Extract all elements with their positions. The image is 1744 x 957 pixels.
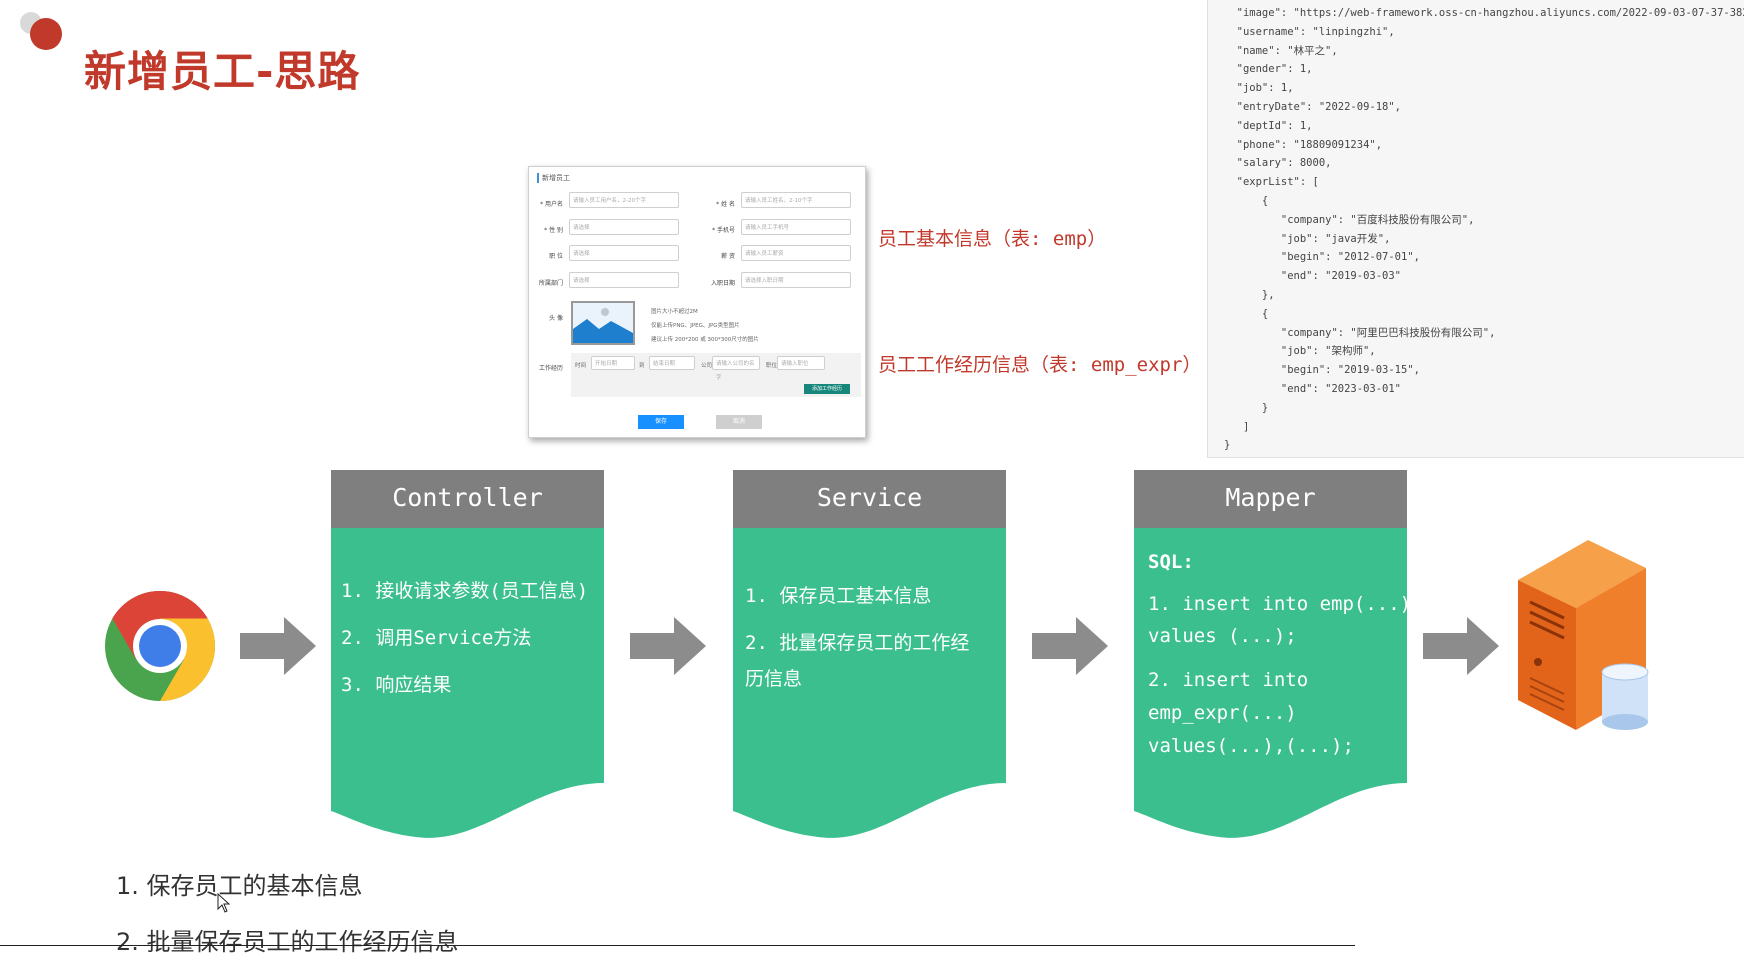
exp-to-label: 到 xyxy=(639,363,645,369)
json-line: "image": "https://web-framework.oss-cn-h… xyxy=(1224,7,1744,19)
mapper-sql-line-1: 1. insert into emp(...) xyxy=(1148,593,1412,615)
controller-step-1: 1. 接收请求参数(员工信息) xyxy=(341,580,589,602)
exp-end-date-input[interactable]: 结束日期 xyxy=(649,356,695,370)
service-header: Service xyxy=(733,470,1006,528)
name-input[interactable]: 请输入员工姓名，2-10个字 xyxy=(741,192,851,208)
mapper-sql-line-2: values (...); xyxy=(1148,625,1297,647)
service-step-1: 1. 保存员工基本信息 xyxy=(745,585,932,607)
phone-label: * 手机号 xyxy=(712,227,735,234)
mapper-sql-line-4: emp_expr(...) xyxy=(1148,702,1297,724)
json-line: "company": "百度科技股份有限公司", xyxy=(1224,213,1475,226)
avatar-hint-dimension: 建议上传 200*200 或 300*300尺寸的图片 xyxy=(651,337,759,343)
json-line: "deptId": 1, xyxy=(1224,119,1313,132)
phone-input[interactable]: 请输入员工手机号 xyxy=(741,219,851,235)
add-experience-button[interactable]: 添加工作经历 xyxy=(804,384,850,394)
work-experience-label: 工作经历 xyxy=(538,365,563,372)
mapper-box: SQL: 1. insert into emp(...) values (...… xyxy=(1134,528,1411,842)
json-line: "exprList": [ xyxy=(1224,176,1319,189)
gender-select[interactable]: 请选择 xyxy=(569,219,679,235)
exp-company-input[interactable]: 请输入公司的名字 xyxy=(712,356,760,381)
chrome-icon xyxy=(104,590,216,702)
salary-label: 薪 资 xyxy=(721,253,735,260)
avatar-label: 头 像 xyxy=(549,315,563,322)
exp-job-label: 职位 xyxy=(766,363,778,369)
avatar-hint-size: 图片大小不超过2M xyxy=(651,309,698,315)
page-title: 新增员工-思路 xyxy=(84,47,361,96)
json-line: "end": "2023-03-01" xyxy=(1224,382,1402,395)
json-line: ] xyxy=(1224,420,1250,433)
entry-date-label: 入职日期 xyxy=(710,280,735,287)
json-line: "company": "阿里巴巴科技股份有限公司", xyxy=(1224,326,1496,339)
username-input[interactable]: 请输入员工用户名，2-20个字 xyxy=(569,192,679,208)
image-icon xyxy=(573,308,633,343)
job-select[interactable]: 请选择 xyxy=(569,245,679,261)
gender-label: * 性 别 xyxy=(544,227,563,234)
json-line: } xyxy=(1224,401,1269,414)
annotation-emp-expr: 员工工作经历信息（表: emp_expr） xyxy=(878,354,1202,376)
json-line: "begin": "2019-03-15", xyxy=(1224,364,1420,377)
json-lines: "image": "https://web-framework.oss-cn-h… xyxy=(1208,0,1744,455)
json-line: "phone": "18809091234", xyxy=(1224,138,1383,151)
title-decoration-dot-red xyxy=(30,18,62,50)
controller-box: 1. 接收请求参数(员工信息) 2. 调用Service方法 3. 响应结果 xyxy=(331,528,604,842)
json-line: { xyxy=(1224,194,1269,207)
json-line: { xyxy=(1224,307,1269,320)
json-line: "username": "linpingzhi", xyxy=(1224,25,1395,38)
controller-step-2: 2. 调用Service方法 xyxy=(341,627,532,649)
summary-item-2: 2. 批量保存员工的工作经历信息 xyxy=(116,928,459,956)
flow-arrow-2 xyxy=(630,617,706,679)
summary-item-1: 1. 保存员工的基本信息 xyxy=(116,872,363,900)
flow-arrow-3 xyxy=(1032,617,1108,679)
mouse-cursor-icon xyxy=(217,892,231,917)
exp-time-label: 时间 xyxy=(575,363,587,369)
flow-arrow-4 xyxy=(1423,617,1499,679)
json-line: "entryDate": "2022-09-18", xyxy=(1224,100,1402,113)
service-step-2-cont: 历信息 xyxy=(745,668,803,690)
salary-input[interactable]: 请输入员工薪资 xyxy=(741,245,851,261)
name-label: * 姓 名 xyxy=(716,201,735,208)
form-title: 新增员工 xyxy=(537,173,570,183)
mapper-header: Mapper xyxy=(1134,470,1407,528)
job-label: 职 位 xyxy=(549,253,563,260)
json-line: "begin": "2012-07-01", xyxy=(1224,251,1420,264)
json-line: "job": 1, xyxy=(1224,82,1294,95)
exp-company-label: 公司 xyxy=(701,363,713,369)
mapper-sql-label: SQL: xyxy=(1148,551,1194,573)
controller-header: Controller xyxy=(331,470,604,528)
service-box: 1. 保存员工基本信息 2. 批量保存员工的工作经 历信息 xyxy=(733,528,1006,842)
add-employee-form: 新增员工 * 用户名 请输入员工用户名，2-20个字 * 姓 名 请输入员工姓名… xyxy=(528,166,866,438)
json-line: "salary": 8000, xyxy=(1224,157,1332,170)
entry-date-input[interactable]: 请选择入职日期 xyxy=(741,272,851,288)
dept-select[interactable]: 请选择 xyxy=(569,272,679,288)
json-line: "job": "架构师", xyxy=(1224,345,1376,358)
json-line: }, xyxy=(1224,288,1275,301)
json-line: } xyxy=(1224,439,1231,452)
save-button[interactable]: 保存 xyxy=(638,415,684,429)
annotation-emp: 员工基本信息（表: emp） xyxy=(878,228,1107,250)
json-request-panel: "image": "https://web-framework.oss-cn-h… xyxy=(1207,0,1744,458)
mapper-sql-line-3: 2. insert into xyxy=(1148,669,1309,691)
json-line: "end": "2019-03-03" xyxy=(1224,270,1402,283)
database-server-icon xyxy=(1508,540,1650,730)
username-label: * 用户名 xyxy=(540,201,563,208)
avatar-upload[interactable] xyxy=(571,301,635,345)
json-line: "name": "林平之", xyxy=(1224,44,1338,57)
dept-label: 所属部门 xyxy=(538,280,563,287)
exp-job-input[interactable]: 请输入职位 xyxy=(777,356,825,370)
avatar-hint-type: 仅能上传PNG、JPEG、JPG类型图片 xyxy=(651,323,740,329)
cancel-button[interactable]: 取消 xyxy=(716,415,762,429)
exp-start-date-input[interactable]: 开始日期 xyxy=(591,356,635,370)
json-line: "job": "java开发", xyxy=(1224,232,1391,245)
controller-step-3: 3. 响应结果 xyxy=(341,674,452,696)
mapper-sql-line-5: values(...),(...); xyxy=(1148,735,1354,757)
json-line: "gender": 1, xyxy=(1224,63,1313,76)
flow-arrow-1 xyxy=(240,617,316,679)
